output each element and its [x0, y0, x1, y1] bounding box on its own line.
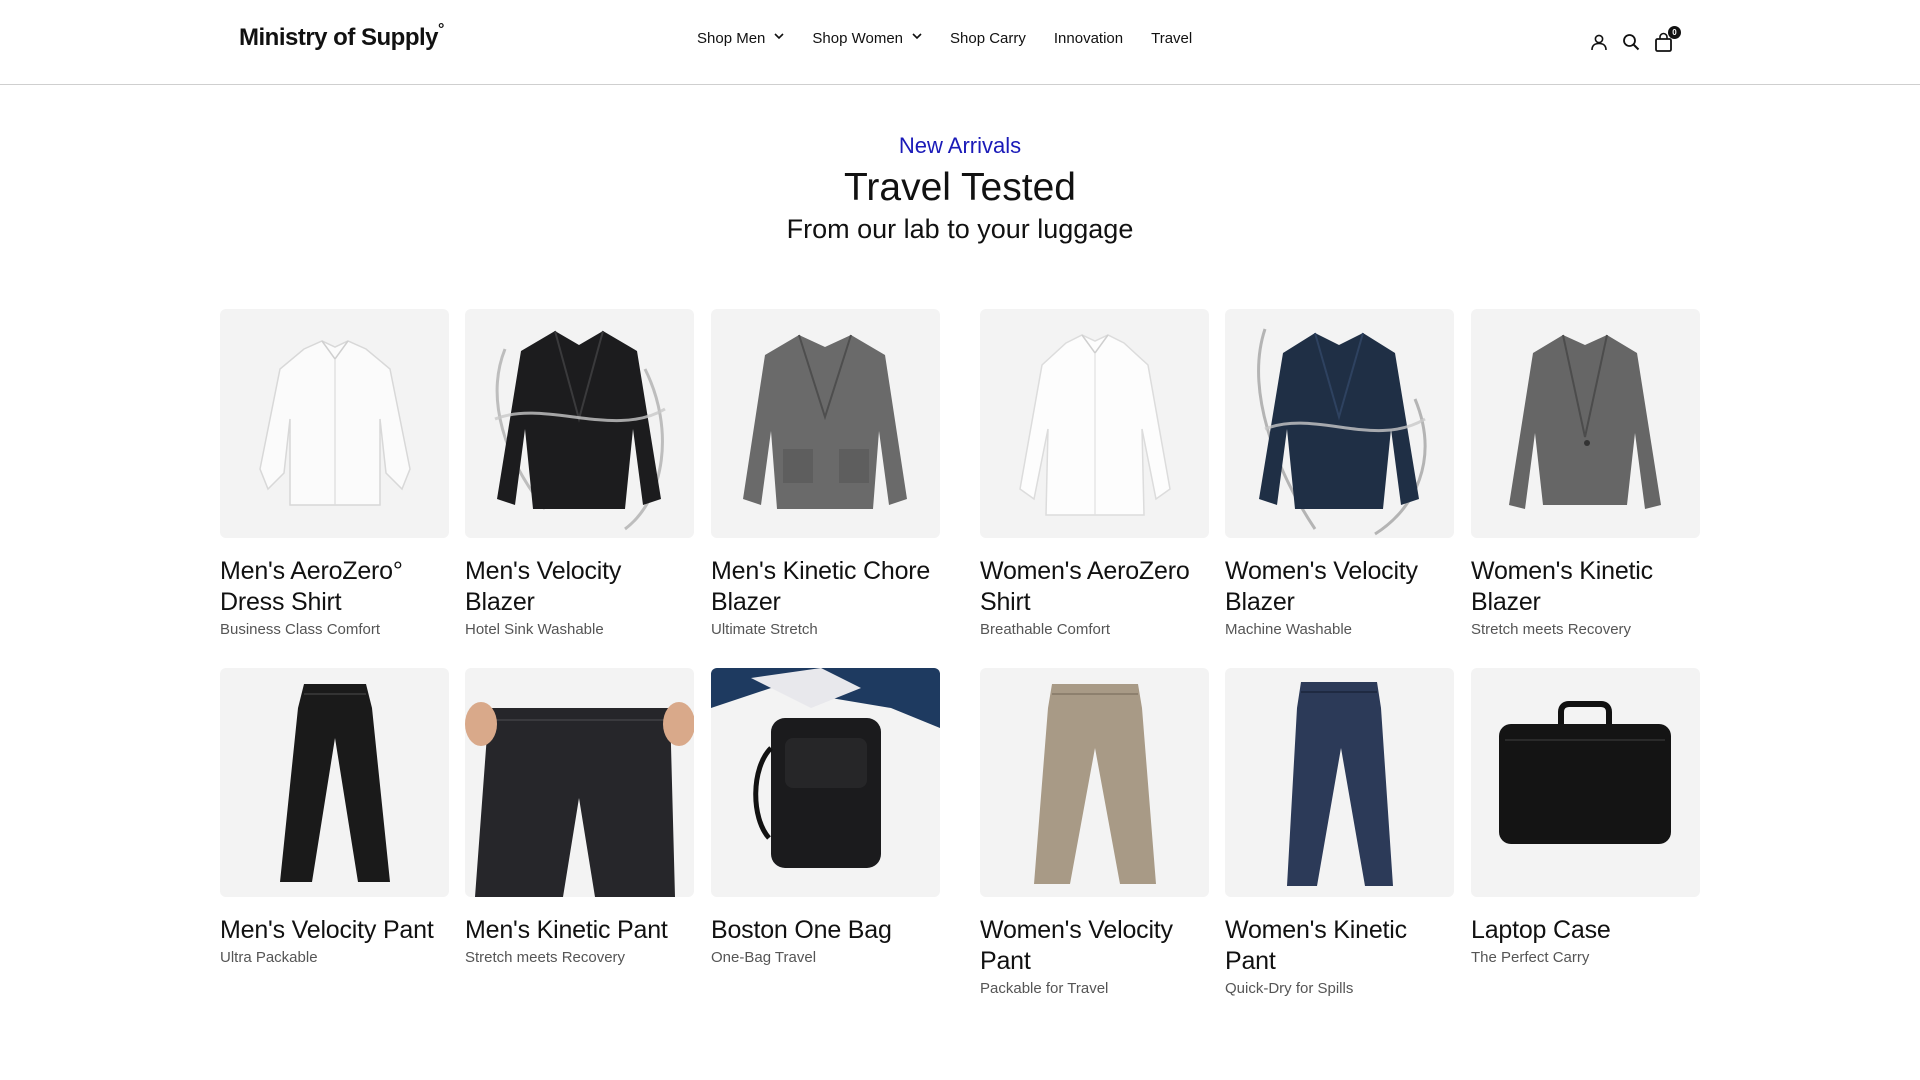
- nav-innovation[interactable]: Innovation: [1054, 30, 1123, 47]
- product-tagline: Business Class Comfort: [220, 621, 381, 638]
- product-card[interactable]: Men's Velocity Pant Ultra Packable: [220, 668, 449, 966]
- section-eyebrow: New Arrivals: [898, 133, 1022, 158]
- product-image[interactable]: [1225, 668, 1454, 897]
- cart-count-badge: 0: [1668, 26, 1681, 39]
- product-card[interactable]: Women's Velocity Pant Packable for Trave…: [980, 668, 1209, 997]
- product-image[interactable]: [220, 309, 449, 538]
- product-image[interactable]: [980, 309, 1209, 538]
- product-card[interactable]: Laptop Case The Perfect Carry: [1471, 668, 1700, 966]
- product-card[interactable]: Boston One Bag One-Bag Travel: [711, 668, 940, 966]
- product-tagline: Quick-Dry for Spills: [1225, 980, 1354, 997]
- product-image[interactable]: [1471, 668, 1700, 897]
- search-icon[interactable]: [1620, 31, 1642, 53]
- chevron-down-icon: [912, 32, 922, 43]
- nav-shop-women-label: Shop Women: [812, 30, 903, 47]
- product-card[interactable]: Women's Kinetic Blazer Stretch meets Rec…: [1471, 309, 1700, 638]
- product-card[interactable]: Women's Velocity Blazer Machine Washable: [1225, 309, 1454, 638]
- nav-travel[interactable]: Travel: [1151, 30, 1192, 47]
- product-tagline: Machine Washable: [1225, 621, 1353, 638]
- product-name[interactable]: Women's Kinetic Pant: [1225, 915, 1454, 977]
- product-name[interactable]: Women's Velocity Blazer: [1225, 556, 1454, 618]
- product-name[interactable]: Laptop Case: [1471, 915, 1700, 946]
- product-image[interactable]: [1225, 309, 1454, 538]
- product-image[interactable]: [220, 668, 449, 897]
- nav-shop-carry-label: Shop Carry: [950, 30, 1026, 47]
- header-icons: 0: [1588, 26, 1684, 53]
- product-name[interactable]: Men's Kinetic Pant: [465, 915, 694, 946]
- brand-logo[interactable]: Ministry of Supply°: [239, 21, 444, 52]
- nav-shop-men[interactable]: Shop Men: [697, 30, 784, 47]
- product-card[interactable]: Men's Kinetic Pant Stretch meets Recover…: [465, 668, 694, 966]
- product-name[interactable]: Women's Kinetic Blazer: [1471, 556, 1700, 618]
- nav-shop-men-label: Shop Men: [697, 30, 766, 47]
- user-icon[interactable]: [1588, 31, 1610, 53]
- product-tagline: Breathable Comfort: [980, 621, 1111, 638]
- product-image[interactable]: [980, 668, 1209, 897]
- product-name[interactable]: Women's AeroZero Shirt: [980, 556, 1209, 618]
- product-name[interactable]: Women's Velocity Pant: [980, 915, 1209, 977]
- product-image[interactable]: [711, 668, 940, 897]
- nav-shop-women[interactable]: Shop Women: [812, 30, 922, 47]
- product-name[interactable]: Men's Velocity Pant: [220, 915, 449, 946]
- section-title: Travel Tested: [844, 166, 1076, 209]
- product-card[interactable]: Women's Kinetic Pant Quick-Dry for Spill…: [1225, 668, 1454, 997]
- product-tagline: Packable for Travel: [980, 980, 1109, 997]
- main-nav: Shop Men Shop Women Shop Carry Innovatio…: [697, 30, 1220, 47]
- brand-name: Ministry of Supply: [239, 24, 439, 51]
- product-card[interactable]: Women's AeroZero Shirt Breathable Comfor…: [980, 309, 1209, 638]
- site-header: Ministry of Supply° Shop Men Shop Women …: [0, 0, 1920, 85]
- product-tagline: Stretch meets Recovery: [1471, 621, 1632, 638]
- nav-travel-label: Travel: [1151, 30, 1193, 47]
- chevron-down-icon: [774, 32, 784, 43]
- product-tagline: One-Bag Travel: [711, 949, 817, 966]
- bag-icon[interactable]: 0: [1652, 26, 1681, 53]
- product-card[interactable]: Men's AeroZero° Dress Shirt Business Cla…: [220, 309, 449, 638]
- product-tagline: Ultra Packable: [220, 949, 318, 966]
- product-name[interactable]: Boston One Bag: [711, 915, 940, 946]
- product-name[interactable]: Men's Velocity Blazer: [465, 556, 694, 618]
- product-card[interactable]: Men's Velocity Blazer Hotel Sink Washabl…: [465, 309, 694, 638]
- product-tagline: Stretch meets Recovery: [465, 949, 626, 966]
- product-tagline: The Perfect Carry: [1471, 949, 1590, 966]
- product-tagline: Ultimate Stretch: [711, 621, 818, 638]
- product-image[interactable]: [465, 309, 694, 538]
- section-subtitle: From our lab to your luggage: [786, 214, 1134, 244]
- nav-shop-carry[interactable]: Shop Carry: [950, 30, 1026, 47]
- product-name[interactable]: Men's AeroZero° Dress Shirt: [220, 556, 449, 618]
- product-image[interactable]: [1471, 309, 1700, 538]
- product-image[interactable]: [711, 309, 940, 538]
- brand-degree-mark: °: [438, 21, 444, 38]
- product-name[interactable]: Men's Kinetic Chore Blazer: [711, 556, 940, 618]
- product-card[interactable]: Men's Kinetic Chore Blazer Ultimate Stre…: [711, 309, 940, 638]
- product-tagline: Hotel Sink Washable: [465, 621, 604, 638]
- product-image[interactable]: [465, 668, 694, 897]
- nav-innovation-label: Innovation: [1053, 30, 1124, 47]
